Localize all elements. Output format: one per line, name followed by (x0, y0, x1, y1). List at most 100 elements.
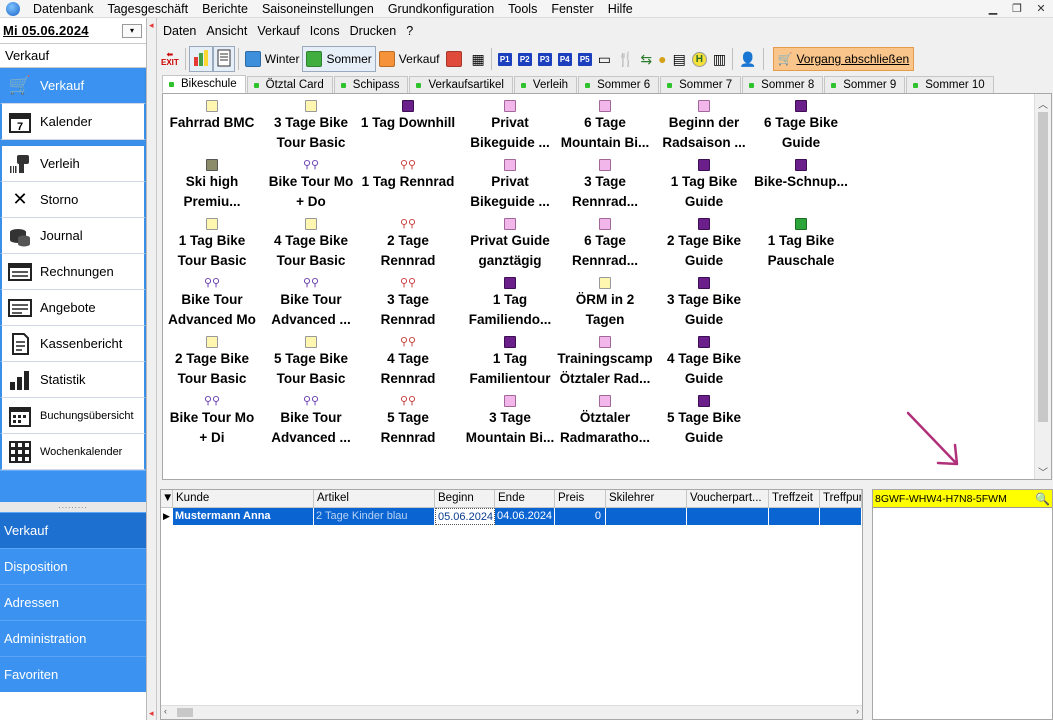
horizontal-scrollbar[interactable]: ‹ › (161, 705, 862, 719)
current-date[interactable]: Mi 05.06.2024 (3, 23, 89, 38)
col-beginn[interactable]: Beginn (435, 490, 495, 507)
section-verkauf[interactable]: Verkauf (0, 512, 146, 548)
scroll-up-icon[interactable]: ︿ (1038, 96, 1048, 111)
voucher-code-input[interactable]: 8GWF-WHW4-H7N8-5FWM 🔍 (873, 490, 1052, 508)
terminal-button[interactable]: ▥ (710, 46, 729, 72)
article-tile[interactable]: ⚲⚲ Bike Tour Advanced ... (262, 271, 360, 330)
submenu-verkauf[interactable]: Verkauf (252, 24, 304, 38)
panel-splitter[interactable]: ......... (0, 502, 146, 512)
scroll-right-icon[interactable]: › (856, 706, 859, 716)
verkauf-toggle-button[interactable]: Verkauf (376, 46, 443, 72)
winter-button[interactable]: Winter (242, 46, 303, 72)
article-tile[interactable]: Bike-Schnup... (752, 153, 850, 212)
cell-artikel[interactable]: 2 Tage Kinder blau (314, 508, 435, 525)
tab-oetztal-card[interactable]: Ötztal Card (246, 76, 333, 93)
scroll-left-icon[interactable]: ‹ (164, 706, 167, 716)
search-icon[interactable]: 🔍 (1035, 490, 1050, 508)
p5-button[interactable]: P5 (575, 46, 595, 72)
article-tile[interactable]: Beginn der Radsaison ... (655, 94, 753, 153)
tab-verkaufsartikel[interactable]: Verkaufsartikel (409, 76, 513, 93)
section-disposition[interactable]: Disposition (0, 548, 146, 584)
section-adressen[interactable]: Adressen (0, 584, 146, 620)
grid-view-button[interactable]: ▦ (469, 46, 488, 72)
nav-angebote[interactable]: Angebote (0, 290, 146, 326)
article-tile[interactable]: ÖRM in 2 Tagen (556, 271, 654, 330)
article-tile[interactable]: Privat Bikeguide ... (461, 153, 559, 212)
cell-kunde[interactable]: Mustermann Anna (173, 508, 314, 525)
submenu-icons[interactable]: Icons (305, 24, 345, 38)
minimize-icon[interactable]: ▁ (981, 0, 1005, 18)
cell-beginn[interactable]: 05.06.2024 (435, 508, 495, 525)
scroll-down-icon[interactable]: ﹀ (1038, 464, 1048, 479)
nav-rechnungen[interactable]: Rechnungen (0, 254, 146, 290)
traffic-light-button[interactable] (188, 46, 213, 72)
col-treffzeit[interactable]: Treffzeit (769, 490, 820, 507)
nav-storno[interactable]: ✕ Storno (0, 182, 146, 218)
col-kunde[interactable]: Kunde (173, 490, 314, 507)
article-tile[interactable]: 5 Tage Bike Guide (655, 389, 753, 448)
article-tile[interactable]: 1 Tag Familientour (461, 330, 559, 389)
article-tile[interactable]: ⚲⚲ Bike Tour Advanced Mo (163, 271, 261, 330)
menu-hilfe[interactable]: Hilfe (601, 0, 640, 18)
tab-sommer-10[interactable]: Sommer 10 (906, 76, 994, 93)
article-tile[interactable]: 3 Tage Bike Tour Basic (262, 94, 360, 153)
cell-preis[interactable]: 0 (555, 508, 606, 525)
submenu-drucken[interactable]: Drucken (345, 24, 402, 38)
sort-indicator-icon[interactable]: ▼ (161, 490, 173, 507)
article-tile[interactable]: ⚲⚲ Bike Tour Mo + Do (262, 153, 360, 212)
col-skilehrer[interactable]: Skilehrer (606, 490, 687, 507)
section-administration[interactable]: Administration (0, 620, 146, 656)
article-tile[interactable]: 6 Tage Rennrad... (556, 212, 654, 271)
nav-kalender[interactable]: 7 Kalender (0, 104, 146, 140)
col-preis[interactable]: Preis (555, 490, 606, 507)
article-tile[interactable]: 2 Tage Bike Tour Basic (163, 330, 261, 389)
article-tile[interactable]: Fahrrad BMC (163, 94, 261, 153)
col-ende[interactable]: Ende (495, 490, 555, 507)
window-button[interactable]: ▭ (595, 46, 614, 72)
vertical-scrollbar[interactable]: ︿ ﹀ (1034, 94, 1051, 479)
cell-treffpunkt[interactable] (820, 508, 862, 525)
restore-icon[interactable]: ❐ (1005, 0, 1029, 18)
article-tile[interactable]: Ötztaler Radmaratho... (556, 389, 654, 448)
tab-sommer-6[interactable]: Sommer 6 (578, 76, 660, 93)
tab-sommer-9[interactable]: Sommer 9 (824, 76, 906, 93)
collapse-arrow-icon[interactable]: ◂ (149, 20, 154, 31)
menu-fenster[interactable]: Fenster (544, 0, 600, 18)
scroll-thumb[interactable] (1038, 112, 1048, 422)
article-tile[interactable]: 6 Tage Bike Guide (752, 94, 850, 153)
nav-kassenbericht[interactable]: Kassenbericht (0, 326, 146, 362)
tab-schipass[interactable]: Schipass (333, 76, 409, 93)
article-tile[interactable]: 1 Tag Downhill (359, 94, 457, 153)
calendar-dropdown-icon[interactable]: ▾ (122, 23, 142, 38)
article-tile[interactable]: Privat Bikeguide ... (461, 94, 559, 153)
article-tile[interactable]: 5 Tage Bike Tour Basic (262, 330, 360, 389)
col-voucherpartner[interactable]: Voucherpart... (687, 490, 769, 507)
collapse-arrow-icon-bottom[interactable]: ◂ (149, 708, 154, 719)
article-tile[interactable]: 6 Tage Mountain Bi... (556, 94, 654, 153)
menu-grundkonfiguration[interactable]: Grundkonfiguration (381, 0, 501, 18)
article-tile[interactable]: 3 Tage Bike Guide (655, 271, 753, 330)
article-tile[interactable]: Trainingscamp Ötztaler Rad... (556, 330, 654, 389)
table-row[interactable]: ▶ Mustermann Anna 2 Tage Kinder blau 05.… (161, 508, 862, 525)
p1-button[interactable]: P1 (495, 46, 515, 72)
cell-skilehrer[interactable] (606, 508, 687, 525)
red-mode-button[interactable] (443, 46, 469, 72)
transfer-button[interactable]: ⇆ (637, 46, 655, 72)
tab-sommer-8[interactable]: Sommer 8 (742, 76, 824, 93)
cell-voucherpartner[interactable] (687, 508, 769, 525)
article-tile[interactable]: Ski high Premiu... (163, 153, 261, 212)
submenu-ansicht[interactable]: Ansicht (201, 24, 252, 38)
article-tile[interactable]: 1 Tag Bike Pauschale (752, 212, 850, 271)
exit-button[interactable]: ⬅ EXIT (158, 46, 182, 72)
article-tile[interactable]: 4 Tage Bike Tour Basic (262, 212, 360, 271)
nav-verkauf[interactable]: 🛒 Verkauf (0, 68, 146, 104)
hscroll-thumb[interactable] (177, 708, 193, 717)
col-artikel[interactable]: Artikel (314, 490, 435, 507)
menu-tagesgeschaeft[interactable]: Tagesgeschäft (100, 0, 195, 18)
article-tile[interactable]: ⚲⚲ 4 Tage Rennrad (359, 330, 457, 389)
nav-buchungsuebersicht[interactable]: Buchungsübersicht (0, 398, 146, 434)
cell-treffzeit[interactable] (769, 508, 820, 525)
menu-tools[interactable]: Tools (501, 0, 544, 18)
article-tile[interactable]: ⚲⚲ 2 Tage Rennrad (359, 212, 457, 271)
article-tile[interactable]: Privat Guide ganztägig (461, 212, 559, 271)
